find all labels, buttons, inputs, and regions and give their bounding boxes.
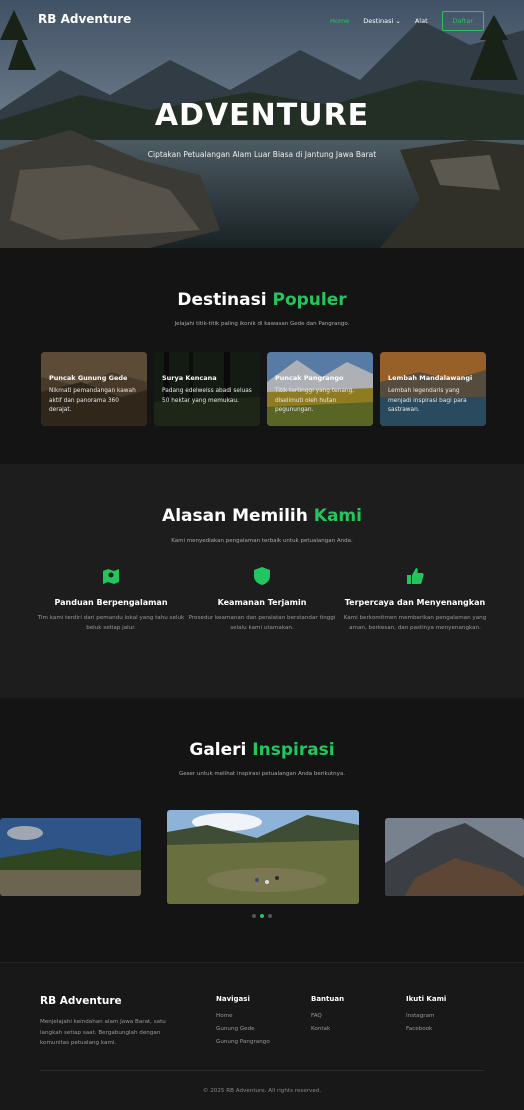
- footer-link-kontak[interactable]: Kontak: [311, 1026, 344, 1032]
- pagination-dot-active[interactable]: [260, 914, 264, 918]
- footer-link-facebook[interactable]: Facebook: [406, 1026, 446, 1032]
- feature-card: Panduan Berpengalaman Tim kami terdiri d…: [36, 566, 186, 633]
- destination-card[interactable]: Puncak Pangrango Titik tertinggi yang te…: [267, 352, 373, 426]
- chevron-down-icon: ⌄: [395, 17, 401, 25]
- feature-card: Terpercaya dan Menyenangkan Kami berkomi…: [340, 566, 490, 633]
- gallery-pagination: [0, 914, 524, 918]
- feature-title: Keamanan Terjamin: [217, 598, 307, 607]
- hero-subtitle: Ciptakan Petualangan Alam Luar Biasa di …: [147, 150, 377, 159]
- footer-link-gunung-pangrango[interactable]: Gunung Pangrango: [216, 1039, 270, 1045]
- destination-card[interactable]: Puncak Gunung Gede Nikmati pemandangan k…: [41, 352, 147, 426]
- why-us-section: Alasan Memilih Kami Kami menyediakan pen…: [0, 464, 524, 698]
- gallery-subtitle: Geser untuk melihat inspirasi petualanga…: [178, 771, 346, 777]
- footer-brand: RB Adventure: [40, 995, 122, 1007]
- why-us-title-highlight: Kami: [313, 506, 362, 526]
- destinations-title-highlight: Populer: [272, 290, 347, 310]
- destination-desc: Lembah legendaris yang menjadi inspirasi…: [388, 388, 467, 413]
- destination-name: Puncak Pangrango: [275, 374, 344, 382]
- footer: RB Adventure Menjelajahi keindahan alam …: [0, 962, 524, 1110]
- footer-link-faq[interactable]: FAQ: [311, 1013, 344, 1019]
- shield-icon: [254, 567, 270, 585]
- footer-follow-column: Ikuti Kami Instagram Facebook: [406, 995, 446, 1039]
- gallery-image: [0, 818, 141, 896]
- footer-link-home[interactable]: Home: [216, 1013, 270, 1019]
- footer-follow-heading: Ikuti Kami: [406, 995, 447, 1003]
- destination-name: Lembah Mandalawangi: [388, 374, 473, 382]
- destinations-subtitle: Jelajahi titik-titik paling ikonik di ka…: [174, 321, 350, 327]
- gallery-section: Galeri Inspirasi Geser untuk melihat ins…: [0, 698, 524, 962]
- pagination-dot[interactable]: [252, 914, 256, 918]
- destination-desc: Nikmati pemandangan kawah aktif dan pano…: [49, 388, 136, 413]
- destinations-title: Destinasi Populer: [0, 290, 524, 310]
- gallery-image: [167, 810, 359, 904]
- nav-link-destinasi-label: Destinasi: [363, 17, 394, 25]
- footer-link-instagram[interactable]: Instagram: [406, 1013, 446, 1019]
- footer-divider: [40, 1070, 484, 1071]
- pagination-dot[interactable]: [268, 914, 272, 918]
- nav-brand[interactable]: RB Adventure: [38, 12, 131, 26]
- feature-card: Keamanan Terjamin Prosedur keamanan dan …: [187, 566, 337, 633]
- map-icon: [103, 569, 119, 584]
- gallery-slide[interactable]: [167, 810, 359, 904]
- why-us-title-main: Alasan Memilih: [162, 506, 308, 526]
- footer-nav-column: Navigasi Home Gunung Gede Gunung Pangran…: [216, 995, 270, 1052]
- footer-description: Menjelajahi keindahan alam Jawa Barat, s…: [40, 1019, 166, 1046]
- hero-section: RB Adventure Home Destinasi ⌄ Alat Dafta…: [0, 0, 524, 248]
- gallery-image: [385, 818, 524, 896]
- footer-nav-heading: Navigasi: [216, 995, 250, 1003]
- feature-desc: Tim kami terdiri dari pemandu lokal yang…: [37, 615, 185, 631]
- gallery-slide[interactable]: [0, 818, 141, 896]
- gallery-title-highlight: Inspirasi: [252, 740, 335, 760]
- feature-title: Panduan Berpengalaman: [54, 598, 168, 607]
- nav-link-alat[interactable]: Alat: [415, 17, 428, 25]
- nav-link-home[interactable]: Home: [330, 17, 349, 25]
- destination-name: Puncak Gunung Gede: [49, 374, 128, 382]
- gallery-slide[interactable]: [385, 818, 524, 896]
- footer-help-heading: Bantuan: [311, 995, 345, 1003]
- top-nav: Home Destinasi ⌄ Alat Daftar: [330, 11, 484, 31]
- nav-link-destinasi[interactable]: Destinasi ⌄: [363, 17, 401, 25]
- destinations-title-main: Destinasi: [177, 290, 267, 310]
- destination-card[interactable]: Lembah Mandalawangi Lembah legendaris ya…: [380, 352, 486, 426]
- thumbs-up-icon: [407, 568, 424, 584]
- footer-copyright: © 2025 RB Adventure. All rights reserved…: [202, 1088, 322, 1094]
- feature-desc: Prosedur keamanan dan peralatan berstand…: [188, 615, 336, 631]
- footer-link-gunung-gede[interactable]: Gunung Gede: [216, 1026, 270, 1032]
- destination-desc: Padang edelweiss abadi seluas 50 hektar …: [162, 388, 252, 404]
- feature-desc: Kami berkomitmen memberikan pengalaman y…: [343, 615, 487, 631]
- destinations-section: Destinasi Populer Jelajahi titik-titik p…: [0, 248, 524, 464]
- destination-desc: Titik tertinggi yang tenang, diselimuti …: [275, 388, 355, 413]
- footer-help-column: Bantuan FAQ Kontak: [311, 995, 344, 1039]
- gallery-title-main: Galeri: [189, 740, 247, 760]
- why-us-title: Alasan Memilih Kami: [0, 506, 524, 526]
- destination-name: Surya Kencana: [162, 374, 217, 382]
- feature-title: Terpercaya dan Menyenangkan: [344, 598, 486, 607]
- destination-card[interactable]: Surya Kencana Padang edelweiss abadi sel…: [154, 352, 260, 426]
- signup-button[interactable]: Daftar: [441, 11, 484, 31]
- gallery-title: Galeri Inspirasi: [0, 740, 524, 760]
- why-us-subtitle: Kami menyediakan pengalaman terbaik untu…: [171, 538, 353, 544]
- hero-title: ADVENTURE: [154, 98, 370, 133]
